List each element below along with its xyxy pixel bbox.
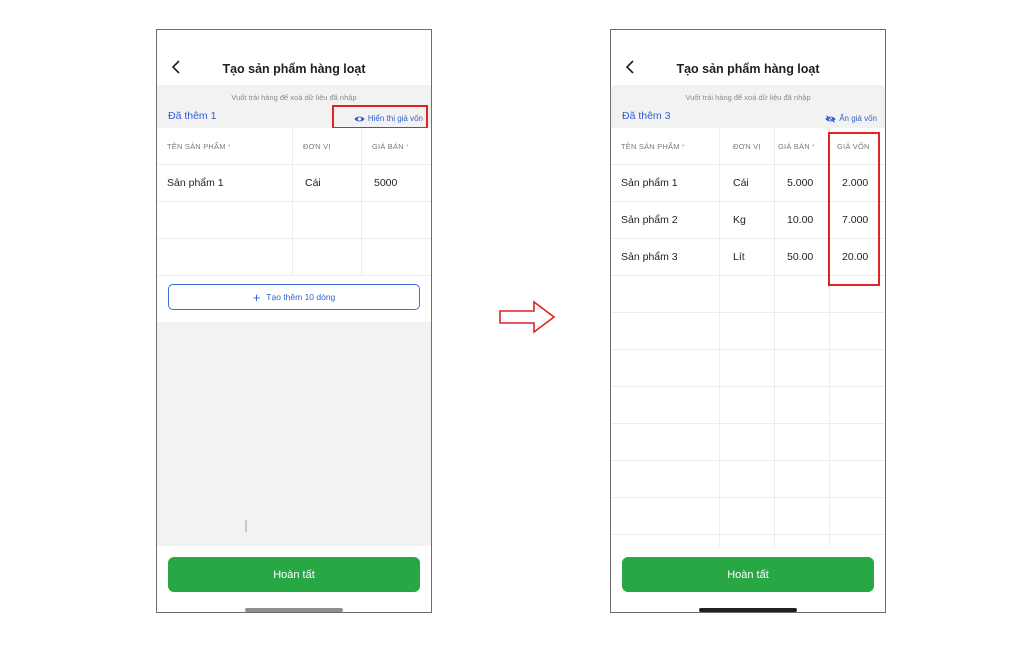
- table-row: [157, 202, 431, 239]
- unit-input[interactable]: Cái: [720, 165, 775, 201]
- phone-screen-after: Tạo sản phẩm hàng loạt Vuốt trái hàng để…: [610, 29, 886, 613]
- done-button[interactable]: Hoàn tất: [622, 557, 874, 592]
- highlight-box-toggle: [332, 105, 428, 129]
- product-name-input[interactable]: [157, 239, 293, 275]
- price-input[interactable]: 5000: [362, 165, 431, 201]
- table-header: TÊN SẢN PHẨM * ĐƠN VỊ GIÁ BÁN *: [157, 128, 431, 165]
- unit-input[interactable]: [720, 461, 775, 497]
- unit-input[interactable]: [720, 350, 775, 386]
- product-name-input[interactable]: [611, 387, 720, 423]
- product-name-input[interactable]: Sản phẩm 3: [611, 239, 720, 275]
- plus-icon: +: [252, 289, 261, 305]
- col-header-name: TÊN SẢN PHẨM *: [157, 128, 293, 164]
- price-input[interactable]: [775, 350, 830, 386]
- done-button[interactable]: Hoàn tất: [168, 557, 420, 592]
- price-input[interactable]: [775, 424, 830, 460]
- hide-cost-label: Ẩn giá vốn: [839, 114, 877, 123]
- page-title: Tạo sản phẩm hàng loạt: [676, 62, 820, 76]
- price-input[interactable]: [775, 461, 830, 497]
- product-name-input[interactable]: [157, 202, 293, 238]
- col-header-name: TÊN SẢN PHẨM *: [611, 128, 720, 164]
- added-count: Đã thêm 3: [622, 110, 671, 122]
- footer: Hoàn tất: [611, 546, 885, 612]
- app-header: Tạo sản phẩm hàng loạt: [157, 30, 431, 84]
- col-header-price: GIÁ BÁN *: [372, 141, 409, 151]
- home-indicator: [245, 608, 343, 612]
- hide-cost-toggle[interactable]: Ẩn giá vốn: [825, 114, 877, 123]
- col-header-unit: ĐƠN VỊ: [720, 128, 775, 164]
- product-table: TÊN SẢN PHẨM * ĐƠN VỊ GIÁ BÁN * Sản phẩm 1…: [157, 128, 431, 276]
- swipe-hint: Vuốt trái hàng để xoá dữ liệu đã nhập: [231, 93, 357, 102]
- page-title: Tạo sản phẩm hàng loạt: [222, 62, 366, 76]
- footer: Hoàn tất: [157, 546, 431, 612]
- price-input[interactable]: [775, 276, 830, 312]
- home-indicator: [699, 608, 797, 612]
- product-name-input[interactable]: [611, 461, 720, 497]
- unit-input[interactable]: [293, 239, 362, 275]
- product-name-input[interactable]: Sản phẩm 2: [611, 202, 720, 238]
- unit-input[interactable]: [720, 276, 775, 312]
- price-input[interactable]: 5.000: [775, 165, 830, 201]
- cost-input[interactable]: [830, 461, 885, 497]
- highlight-box-cost-column: [828, 132, 880, 286]
- product-name-input[interactable]: Sản phẩm 1: [157, 165, 293, 201]
- product-name-input[interactable]: [611, 276, 720, 312]
- price-input[interactable]: 50.00: [775, 239, 830, 275]
- cost-input[interactable]: [830, 424, 885, 460]
- col-header-unit: ĐƠN VỊ: [293, 128, 362, 164]
- swipe-hint: Vuốt trái hàng để xoá dữ liệu đã nhập: [685, 93, 811, 102]
- col-header-price: GIÁ BÁN *: [775, 128, 830, 164]
- product-name-input[interactable]: Sản phẩm 1: [611, 165, 720, 201]
- empty-area: [157, 322, 431, 548]
- added-count: Đã thêm 1: [168, 110, 217, 122]
- price-input[interactable]: [775, 313, 830, 349]
- unit-input[interactable]: [720, 387, 775, 423]
- unit-input[interactable]: [293, 202, 362, 238]
- table-row: [611, 461, 885, 498]
- price-input[interactable]: [775, 387, 830, 423]
- unit-input[interactable]: [720, 313, 775, 349]
- table-row: Sản phẩm 1 Cái 5000: [157, 165, 431, 202]
- cost-input[interactable]: [830, 350, 885, 386]
- product-name-input[interactable]: [611, 498, 720, 534]
- price-input[interactable]: [362, 239, 431, 275]
- app-header: Tạo sản phẩm hàng loạt: [611, 30, 885, 84]
- cost-input[interactable]: [830, 387, 885, 423]
- unit-input[interactable]: Cái: [293, 165, 362, 201]
- cost-input[interactable]: [830, 313, 885, 349]
- product-name-input[interactable]: [611, 424, 720, 460]
- table-row: [611, 498, 885, 535]
- product-name-input[interactable]: [611, 313, 720, 349]
- eye-slash-icon: [825, 114, 836, 123]
- unit-input[interactable]: [720, 424, 775, 460]
- price-input[interactable]: 10.00: [775, 202, 830, 238]
- product-name-input[interactable]: [611, 350, 720, 386]
- add-rows-label: Tạo thêm 10 dòng: [266, 292, 336, 302]
- unit-input[interactable]: [720, 498, 775, 534]
- unit-input[interactable]: Lít: [720, 239, 775, 275]
- scroll-caret: [245, 520, 247, 532]
- add-rows-area: + Tạo thêm 10 dòng: [157, 276, 431, 322]
- price-input[interactable]: [362, 202, 431, 238]
- table-row: [611, 350, 885, 387]
- price-input[interactable]: [775, 498, 830, 534]
- table-row: [611, 313, 885, 350]
- right-arrow-icon: [499, 300, 556, 334]
- cost-input[interactable]: [830, 498, 885, 534]
- unit-input[interactable]: Kg: [720, 202, 775, 238]
- table-row: [157, 239, 431, 276]
- phone-screen-before: Tạo sản phẩm hàng loạt Vuốt trái hàng để…: [156, 29, 432, 613]
- table-row: [611, 424, 885, 461]
- add-10-rows-button[interactable]: + Tạo thêm 10 dòng: [168, 284, 420, 310]
- table-row: [611, 387, 885, 424]
